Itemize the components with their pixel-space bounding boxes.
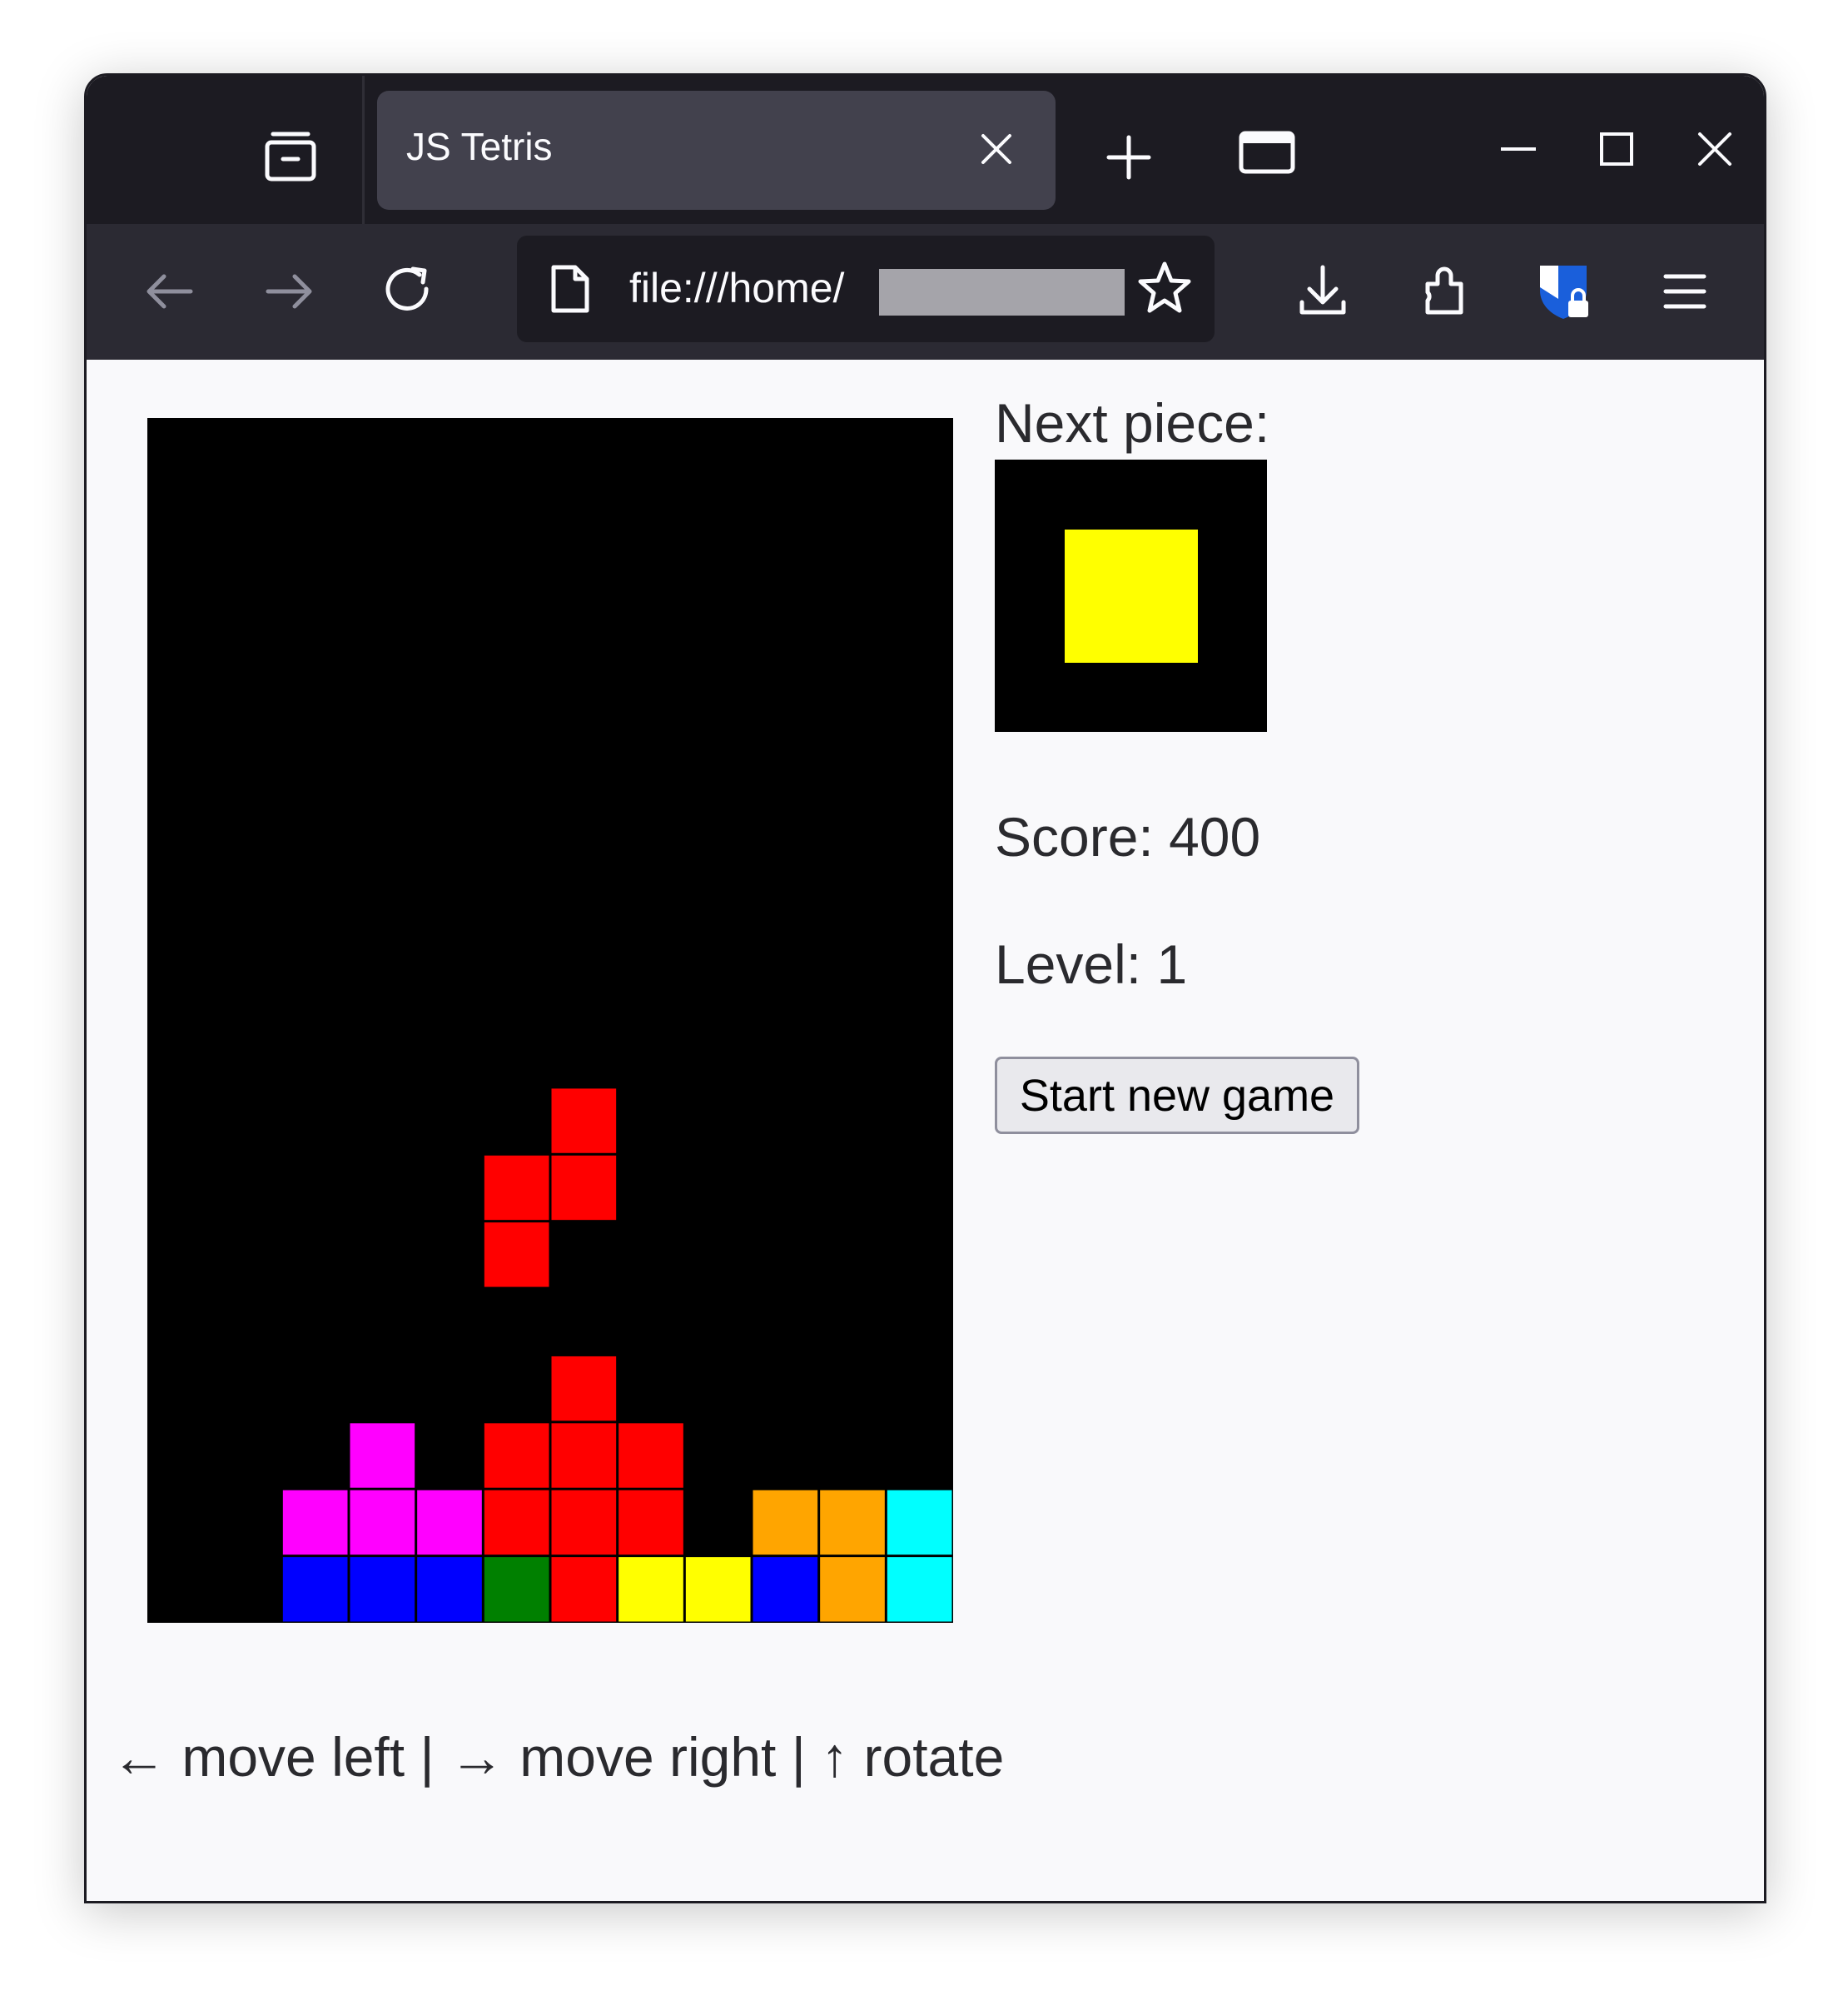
board-cell — [887, 1490, 952, 1555]
list-all-tabs-icon[interactable] — [1231, 122, 1306, 188]
board-cell — [753, 1557, 818, 1622]
tab-js-tetris[interactable]: JS Tetris — [377, 91, 1056, 210]
maximize-icon[interactable] — [1592, 124, 1642, 174]
board-cell — [753, 1490, 818, 1555]
board-cell — [618, 1423, 683, 1488]
board-cell — [484, 1490, 549, 1555]
board-cell — [484, 1222, 549, 1287]
level-text: Level: 1 — [995, 933, 1188, 995]
board-cell — [551, 1356, 617, 1421]
board-cell — [820, 1557, 885, 1622]
next-piece-preview — [995, 460, 1267, 732]
next-piece-label: Next piece: — [995, 392, 1270, 454]
back-arrow-icon[interactable] — [132, 254, 207, 329]
board-cell — [551, 1423, 617, 1488]
board-cell — [618, 1490, 683, 1555]
tab-title: JS Tetris — [406, 125, 553, 168]
tab-separator — [362, 76, 365, 224]
board-cell — [417, 1557, 482, 1622]
navigation-toolbar: file:///home/ — [87, 224, 1764, 360]
board-cell — [484, 1155, 549, 1221]
vpn-shield-icon[interactable] — [1527, 254, 1602, 329]
tab-close-icon[interactable] — [971, 124, 1021, 174]
board-cell — [417, 1490, 482, 1555]
board-cell — [282, 1490, 348, 1555]
minimize-icon[interactable] — [1489, 124, 1547, 174]
score-text: Score: 400 — [995, 806, 1261, 868]
game-board[interactable] — [147, 418, 953, 1623]
board-cell — [350, 1557, 415, 1622]
next-piece-block — [1065, 530, 1198, 663]
page-content: Next piece: Score: 400 Level: 1 Start ne… — [87, 360, 1764, 1901]
board-cell — [820, 1490, 885, 1555]
forward-arrow-icon[interactable] — [251, 254, 326, 329]
downloads-icon[interactable] — [1285, 254, 1360, 329]
redacted-path — [879, 269, 1125, 316]
board-cell — [887, 1557, 952, 1622]
board-cell — [685, 1557, 751, 1622]
page-icon — [542, 261, 599, 317]
board-cell — [551, 1155, 617, 1221]
extensions-icon[interactable] — [1408, 254, 1483, 329]
board-cell — [350, 1490, 415, 1555]
close-window-icon[interactable] — [1690, 124, 1740, 174]
bookmark-star-icon[interactable] — [1133, 257, 1196, 321]
controls-help: ← move left | → move right | ↑ rotate — [112, 1726, 1005, 1788]
new-tab-icon[interactable] — [1095, 124, 1162, 191]
board-cell — [551, 1088, 617, 1153]
board-cell — [350, 1423, 415, 1488]
browser-window: JS Tetris file:///home/ Next piece: Scor… — [84, 73, 1766, 1903]
board-cell — [551, 1557, 617, 1622]
start-new-game-button[interactable]: Start new game — [995, 1057, 1359, 1134]
reload-icon[interactable] — [371, 254, 446, 329]
tab-strip: JS Tetris — [87, 76, 1764, 224]
firefox-view-icon[interactable] — [253, 122, 328, 197]
url-text[interactable]: file:///home/ — [629, 264, 844, 312]
board-cell — [618, 1557, 683, 1622]
board-cell — [282, 1557, 348, 1622]
menu-icon[interactable] — [1647, 254, 1722, 329]
address-bar[interactable]: file:///home/ — [517, 236, 1215, 342]
board-cell — [484, 1423, 549, 1488]
board-cell — [551, 1490, 617, 1555]
board-cell — [484, 1557, 549, 1622]
